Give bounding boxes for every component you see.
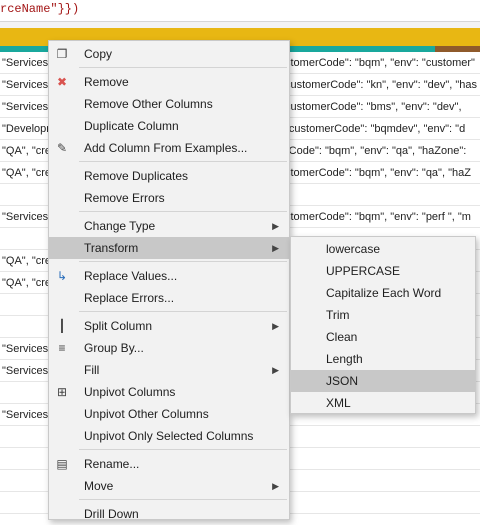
table-cell[interactable]: "Services" [2, 74, 52, 95]
menu-separator [79, 311, 287, 312]
menu-item-label: Replace Errors... [84, 291, 175, 305]
menu-item-label: Drill Down [84, 507, 139, 521]
context-menu: ❐ Copy ✖ Remove Remove Other Columns Dup… [48, 40, 290, 521]
submenu-item-length[interactable]: Length [291, 348, 475, 370]
menu-item-label: Copy [84, 47, 113, 61]
menu-item-split-column[interactable]: ┃ Split Column ▶ [49, 315, 289, 337]
menu-item-drill-down[interactable]: Drill Down [49, 503, 289, 525]
menu-item-label: Unpivot Only Selected Columns [84, 429, 254, 443]
chevron-right-icon: ▶ [272, 221, 279, 231]
menu-item-remove[interactable]: ✖ Remove [49, 71, 289, 93]
submenu-item-label: XML [326, 396, 351, 410]
menu-separator [79, 161, 287, 162]
menu-item-label: Unpivot Columns [84, 385, 176, 399]
menu-separator [79, 211, 287, 212]
transform-submenu: lowercase UPPERCASE Capitalize Each Word… [290, 236, 476, 414]
menu-item-label: Rename... [84, 457, 140, 471]
table-cell[interactable]: "QA", "cre [2, 162, 51, 183]
split-column-icon: ┃ [58, 319, 66, 333]
menu-item-remove-other-columns[interactable]: Remove Other Columns [49, 93, 289, 115]
rename-icon: ▤ [56, 457, 68, 471]
menu-item-label: Remove [84, 75, 129, 89]
menu-item-replace-values[interactable]: ↳ Replace Values... [49, 265, 289, 287]
formula-bar[interactable]: rceName"}}) [0, 0, 480, 22]
menu-item-replace-errors[interactable]: Replace Errors... [49, 287, 289, 309]
table-cell[interactable]: customerCode": "bms", "env": "dev", [285, 96, 462, 117]
submenu-item-clean[interactable]: Clean [291, 326, 475, 348]
submenu-item-label: JSON [326, 374, 359, 388]
table-cell[interactable]: "QA", "cre [2, 140, 51, 161]
menu-item-label: Move [84, 479, 114, 493]
menu-item-label: Remove Other Columns [84, 97, 213, 111]
menu-item-label: Split Column [84, 319, 153, 333]
menu-item-change-type[interactable]: Change Type ▶ [49, 215, 289, 237]
menu-item-duplicate-column[interactable]: Duplicate Column [49, 115, 289, 137]
menu-separator [79, 261, 287, 262]
chevron-right-icon: ▶ [272, 243, 279, 253]
submenu-item-label: Trim [326, 308, 350, 322]
menu-item-transform[interactable]: Transform ▶ [49, 237, 289, 259]
submenu-item-xml[interactable]: XML [291, 392, 475, 414]
menu-item-label: Fill [84, 363, 100, 377]
copy-icon: ❐ [56, 47, 68, 61]
submenu-item-json[interactable]: JSON [291, 370, 475, 392]
table-cell[interactable]: "QA", "cre [2, 250, 51, 271]
submenu-item-label: Clean [326, 330, 358, 344]
table-cell[interactable]: "Services" [2, 404, 52, 425]
menu-item-unpivot-columns[interactable]: ⊞ Unpivot Columns [49, 381, 289, 403]
formula-text: rceName"}}) [0, 2, 80, 16]
table-cell[interactable]: stomerCode": "bqm", "env": "customer" [285, 52, 475, 73]
table-cell[interactable]: "Services" [2, 96, 52, 117]
submenu-item-label: UPPERCASE [326, 264, 401, 278]
menu-item-unpivot-only-selected[interactable]: Unpivot Only Selected Columns [49, 425, 289, 447]
table-cell[interactable]: customerCode": "kn", "env": "dev", "has [285, 74, 477, 95]
table-cell[interactable]: "Services" [2, 338, 52, 359]
menu-item-label: Unpivot Other Columns [84, 407, 209, 421]
menu-item-label: Duplicate Column [84, 119, 179, 133]
add-column-icon: ✎ [56, 141, 68, 155]
table-cell[interactable]: "QA", "cre [2, 272, 51, 293]
menu-item-label: Change Type [84, 219, 156, 233]
chevron-right-icon: ▶ [272, 481, 279, 491]
menu-separator [79, 67, 287, 68]
chevron-right-icon: ▶ [272, 365, 279, 375]
table-cell[interactable]: "Services" [2, 52, 52, 73]
group-by-icon: ≡ [58, 341, 66, 355]
menu-item-group-by[interactable]: ≡ Group By... [49, 337, 289, 359]
menu-item-remove-errors[interactable]: Remove Errors [49, 187, 289, 209]
menu-item-move[interactable]: Move ▶ [49, 475, 289, 497]
table-cell[interactable]: stomerCode": "bqm", "env": "perf ", "m [285, 206, 471, 227]
table-cell[interactable]: rCode": "bqm", "env": "qa", "haZone": [285, 140, 466, 161]
menu-item-label: Remove Errors [84, 191, 165, 205]
menu-item-label: Transform [84, 241, 139, 255]
submenu-item-lowercase[interactable]: lowercase [291, 238, 475, 260]
menu-item-rename[interactable]: ▤ Rename... [49, 453, 289, 475]
chevron-right-icon: ▶ [272, 321, 279, 331]
unpivot-icon: ⊞ [56, 385, 68, 399]
menu-separator [79, 499, 287, 500]
table-cell[interactable]: "customerCode": "bqmdev", "env": "d [285, 118, 465, 139]
table-cell[interactable]: stomerCode": "bqm", "env": "qa", "haZ [285, 162, 471, 183]
submenu-item-trim[interactable]: Trim [291, 304, 475, 326]
remove-icon: ✖ [56, 75, 68, 89]
menu-item-add-column-from-examples[interactable]: ✎ Add Column From Examples... [49, 137, 289, 159]
menu-item-unpivot-other-columns[interactable]: Unpivot Other Columns [49, 403, 289, 425]
submenu-item-capitalize[interactable]: Capitalize Each Word [291, 282, 475, 304]
menu-item-label: Add Column From Examples... [84, 141, 248, 155]
table-cell[interactable]: "Services" [2, 360, 52, 381]
replace-values-icon: ↳ [56, 269, 68, 283]
submenu-item-uppercase[interactable]: UPPERCASE [291, 260, 475, 282]
menu-item-fill[interactable]: Fill ▶ [49, 359, 289, 381]
submenu-item-label: Capitalize Each Word [326, 286, 442, 300]
table-cell[interactable]: "Services" [2, 206, 52, 227]
menu-item-copy[interactable]: ❐ Copy [49, 43, 289, 65]
menu-item-label: Replace Values... [84, 269, 178, 283]
menu-separator [79, 449, 287, 450]
menu-item-label: Group By... [84, 341, 144, 355]
menu-item-label: Remove Duplicates [84, 169, 189, 183]
submenu-item-label: lowercase [326, 242, 381, 256]
menu-item-remove-duplicates[interactable]: Remove Duplicates [49, 165, 289, 187]
submenu-item-label: Length [326, 352, 363, 366]
